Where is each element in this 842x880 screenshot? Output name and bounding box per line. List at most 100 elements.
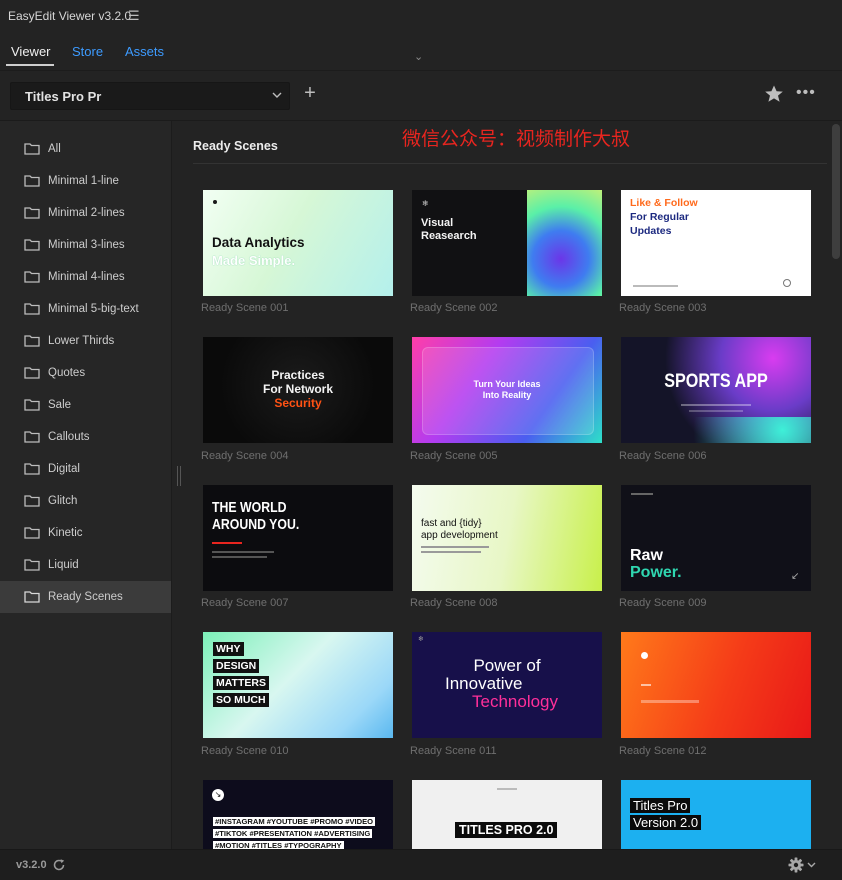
sidebar-item-label: Kinetic xyxy=(48,527,83,539)
scene-text: Into Reality xyxy=(482,390,532,400)
decorative-line xyxy=(212,556,267,558)
arrow-down-left-icon: ↙ xyxy=(791,571,800,582)
sidebar-item-callouts[interactable]: Callouts xyxy=(0,421,171,453)
sidebar-item-label: Minimal 1-line xyxy=(48,175,119,187)
sidebar-item-minimal-5-big-text[interactable]: Minimal 5-big-text xyxy=(0,293,171,325)
scene-thumbnail-004[interactable]: Practices For Network Security xyxy=(203,337,393,443)
scene-caption: Ready Scene 001 xyxy=(201,302,289,314)
more-options-icon[interactable]: ••• xyxy=(796,84,818,104)
scene-text: For Regular xyxy=(630,211,689,223)
sidebar-item-label: Minimal 4-lines xyxy=(48,271,125,283)
sidebar-item-digital[interactable]: Digital xyxy=(0,453,171,485)
scene-text: Power of xyxy=(473,656,541,675)
decorative-line xyxy=(212,551,274,553)
scene-text: Practices xyxy=(271,368,325,382)
scene-thumbnail-012[interactable] xyxy=(621,632,811,738)
scene-text: Reasearch xyxy=(421,230,477,242)
decorative-line xyxy=(497,788,517,790)
tab-assets[interactable]: Assets xyxy=(125,44,164,59)
chevron-down-icon xyxy=(272,92,282,98)
sidebar-item-sale[interactable]: Sale xyxy=(0,389,171,421)
sidebar-item-lower-thirds[interactable]: Lower Thirds xyxy=(0,325,171,357)
sidebar-item-all[interactable]: All xyxy=(0,133,171,165)
panel-resize-handle[interactable] xyxy=(176,466,182,486)
star-icon[interactable] xyxy=(764,84,784,104)
scene-text: app development xyxy=(421,530,498,541)
folder-icon xyxy=(24,271,40,283)
decorative-line xyxy=(212,542,242,544)
scene-text: Version 2.0 xyxy=(630,815,702,830)
scene-caption: Ready Scene 003 xyxy=(619,302,707,314)
sidebar-item-minimal-3-lines[interactable]: Minimal 3-lines xyxy=(0,229,171,261)
scene-thumbnail-013[interactable]: ↘ #INSTAGRAM #YOUTUBE #PROMO #VIDEO #TIK… xyxy=(203,780,393,849)
sidebar-item-minimal-2-lines[interactable]: Minimal 2-lines xyxy=(0,197,171,229)
folder-icon xyxy=(24,207,40,219)
scene-thumbnail-007[interactable]: THE WORLD AROUND YOU. xyxy=(203,485,393,591)
sidebar-item-label: Minimal 3-lines xyxy=(48,239,125,251)
scene-text: Technology xyxy=(472,692,559,711)
scene-text: SO MUCH xyxy=(213,693,269,707)
scene-thumbnail-001[interactable]: Data Analytics Made Simple. xyxy=(203,190,393,296)
decorative-line xyxy=(689,410,743,412)
refresh-icon[interactable] xyxy=(52,858,66,872)
scene-thumbnail-005[interactable]: Turn Your Ideas Into Reality xyxy=(412,337,602,443)
divider xyxy=(0,70,842,71)
scene-text: TITLES PRO 2.0 xyxy=(455,822,558,838)
scene-thumbnail-014[interactable]: TITLES PRO 2.0 xyxy=(412,780,602,849)
sidebar-item-minimal-1-line[interactable]: Minimal 1-line xyxy=(0,165,171,197)
scene-thumbnail-015[interactable]: Titles Pro Version 2.0 xyxy=(621,780,811,849)
scene-text: Like & Follow xyxy=(630,197,698,209)
sidebar-item-label: Minimal 5-big-text xyxy=(48,303,139,315)
sidebar-item-liquid[interactable]: Liquid xyxy=(0,549,171,581)
sidebar-item-label: Quotes xyxy=(48,367,86,379)
scene-caption: Ready Scene 011 xyxy=(410,745,497,757)
decorative-line xyxy=(681,404,751,406)
scrollbar-thumb[interactable] xyxy=(832,124,840,259)
sidebar-item-label: Sale xyxy=(48,399,72,411)
tab-store[interactable]: Store xyxy=(72,44,103,59)
scene-text: AROUND YOU. xyxy=(212,516,300,533)
scene-thumbnail-009[interactable]: Raw Power. ↙ xyxy=(621,485,811,591)
version-label: v3.2.0 xyxy=(16,859,47,871)
scene-thumbnail-008[interactable]: fast and {tidy} app development xyxy=(412,485,602,591)
folder-icon xyxy=(24,239,40,251)
sidebar-item-label: Glitch xyxy=(48,495,78,507)
hamburger-menu-icon[interactable]: ☰ xyxy=(128,8,140,24)
gear-icon[interactable] xyxy=(788,857,818,873)
scene-text: Security xyxy=(274,396,322,410)
decorative-line xyxy=(631,493,653,495)
scene-text: THE WORLD xyxy=(212,499,287,516)
sidebar-item-glitch[interactable]: Glitch xyxy=(0,485,171,517)
pack-select[interactable]: Titles Pro Pr xyxy=(10,82,290,110)
scene-text: Updates xyxy=(630,225,672,237)
scene-thumbnail-003[interactable]: Like & Follow For Regular Updates xyxy=(621,190,811,296)
decorative-line xyxy=(641,684,651,686)
folder-icon xyxy=(24,463,40,475)
tab-viewer[interactable]: Viewer xyxy=(11,44,51,59)
scene-caption: Ready Scene 006 xyxy=(619,450,707,462)
app-title: EasyEdit Viewer v3.2.0 xyxy=(8,9,132,23)
decorative-line xyxy=(421,546,489,548)
scene-text: DESIGN xyxy=(213,659,260,673)
chevron-down-icon[interactable]: ⌄ xyxy=(414,50,423,63)
decorative-dot xyxy=(213,200,217,204)
folder-icon xyxy=(24,303,40,315)
scene-thumbnail-002[interactable]: ❄ Visual Reasearch xyxy=(412,190,602,296)
scene-caption: Ready Scene 008 xyxy=(410,597,498,609)
scene-text: Made Simple. xyxy=(212,253,296,268)
chevron-down-icon xyxy=(807,862,816,868)
sidebar-item-label: Ready Scenes xyxy=(48,591,123,603)
sidebar-item-minimal-4-lines[interactable]: Minimal 4-lines xyxy=(0,261,171,293)
gradient-shape xyxy=(621,417,811,443)
scene-thumbnail-011[interactable]: ❄ Power of Innovative Technology xyxy=(412,632,602,738)
scene-text: Titles Pro xyxy=(630,798,691,813)
folder-icon xyxy=(24,559,40,571)
scene-text: Raw xyxy=(630,547,663,564)
add-button[interactable]: + xyxy=(300,82,320,106)
folder-icon xyxy=(24,143,40,155)
sidebar-item-ready-scenes[interactable]: Ready Scenes xyxy=(0,581,171,613)
sidebar-item-kinetic[interactable]: Kinetic xyxy=(0,517,171,549)
scene-thumbnail-010[interactable]: WHY DESIGN MATTERS SO MUCH xyxy=(203,632,393,738)
scene-thumbnail-006[interactable]: SPORTS APP xyxy=(621,337,811,443)
sidebar-item-quotes[interactable]: Quotes xyxy=(0,357,171,389)
